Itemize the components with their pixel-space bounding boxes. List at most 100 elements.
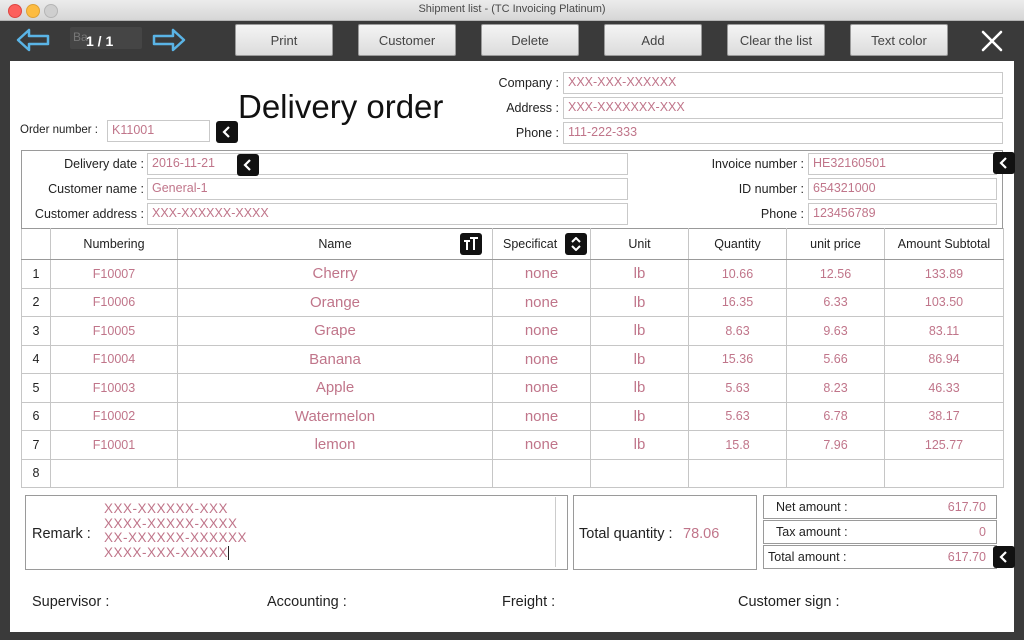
table-cell-numbering[interactable]: F10006 [50,287,178,317]
table-cell-unit[interactable]: lb [590,259,689,289]
table-row[interactable]: 8 [21,458,1004,488]
id-number-field[interactable]: 654321000 [808,178,997,200]
table-cell-unit[interactable]: lb [590,316,689,346]
table-row[interactable]: 5 F10003 Apple none lb 5.63 8.23 46.33 [21,373,1004,403]
table-cell-unit[interactable]: lb [590,373,689,403]
table-cell-subtotal[interactable] [884,458,1004,488]
table-cell-spec[interactable]: none [492,430,591,460]
table-row[interactable]: 3 F10005 Grape none lb 8.63 9.63 83.11 [21,316,1004,346]
table-cell-name[interactable]: Banana [177,344,493,374]
table-cell-subtotal[interactable]: 133.89 [884,259,1004,289]
customer-phone-field[interactable]: 123456789 [808,203,997,225]
company-label: Company : [498,76,559,90]
table-cell-numbering[interactable]: F10001 [50,430,178,460]
items-table: Numbering Name Specificat Unit Quantity … [21,228,1004,488]
table-cell-name[interactable]: Orange [177,287,493,317]
table-cell-spec[interactable]: none [492,316,591,346]
chevron-left-icon[interactable] [993,546,1015,568]
table-cell-name[interactable]: Grape [177,316,493,346]
company-phone-field[interactable]: 111-222-333 [563,122,1003,144]
table-cell-subtotal[interactable]: 46.33 [884,373,1004,403]
table-row[interactable]: 2 F10006 Orange none lb 16.35 6.33 103.50 [21,287,1004,317]
table-cell-subtotal[interactable]: 86.94 [884,344,1004,374]
add-button[interactable]: Add [604,24,702,56]
order-number-label: Order number : [20,124,98,136]
print-button[interactable]: Print [235,24,333,56]
arrow-left-icon[interactable] [16,28,50,52]
table-cell-spec[interactable]: none [492,401,591,431]
table-cell-price[interactable] [786,458,885,488]
table-cell-qty[interactable]: 15.36 [688,344,787,374]
table-cell-spec[interactable]: none [492,373,591,403]
table-cell-spec[interactable]: none [492,344,591,374]
table-cell-name[interactable]: Apple [177,373,493,403]
table-cell-subtotal[interactable]: 125.77 [884,430,1004,460]
text-size-icon[interactable] [460,233,482,255]
table-cell-qty[interactable]: 8.63 [688,316,787,346]
clear-list-button[interactable]: Clear the list [727,24,825,56]
table-cell-qty[interactable]: 5.63 [688,401,787,431]
table-cell-unit[interactable]: lb [590,287,689,317]
table-cell-price[interactable]: 8.23 [786,373,885,403]
table-cell-subtotal[interactable]: 83.11 [884,316,1004,346]
table-cell-unit[interactable]: lb [590,401,689,431]
close-icon[interactable] [980,29,1004,53]
order-number-field[interactable]: K11001 [107,120,210,142]
column-header[interactable]: Numbering [50,228,178,260]
customer-button[interactable]: Customer [358,24,456,56]
column-header[interactable]: Quantity [688,228,787,260]
company-field[interactable]: XXX-XXX-XXXXXX [563,72,1003,94]
table-cell-name[interactable]: lemon [177,430,493,460]
table-cell-numbering[interactable]: F10007 [50,259,178,289]
table-cell-name[interactable] [177,458,493,488]
table-cell-price[interactable]: 5.66 [786,344,885,374]
customer-address-field[interactable]: XXX-XXXXXX-XXXX [147,203,628,225]
table-cell-qty[interactable] [688,458,787,488]
table-cell-numbering[interactable]: F10004 [50,344,178,374]
table-row[interactable]: 7 F10001 lemon none lb 15.8 7.96 125.77 [21,430,1004,460]
table-cell-qty[interactable]: 10.66 [688,259,787,289]
chevron-left-icon[interactable] [993,152,1015,174]
chevron-left-icon[interactable] [237,154,259,176]
column-header[interactable]: Amount Subtotal [884,228,1004,260]
table-cell-unit[interactable]: lb [590,430,689,460]
table-cell-qty[interactable]: 15.8 [688,430,787,460]
address-field[interactable]: XXX-XXXXXXX-XXX [563,97,1003,119]
table-cell-unit[interactable] [590,458,689,488]
delivery-date-field[interactable]: 2016-11-21 [147,153,628,175]
column-header[interactable]: Unit [590,228,689,260]
table-cell-numbering[interactable]: F10002 [50,401,178,431]
table-cell-numbering[interactable]: F10005 [50,316,178,346]
sort-icon[interactable] [565,233,587,255]
table-row[interactable]: 1 F10007 Cherry none lb 10.66 12.56 133.89 [21,259,1004,289]
remark-textarea[interactable]: XXX-XXXXXX-XXX XXXX-XXXXX-XXXX XX-XXXXXX… [104,501,247,560]
table-row[interactable]: 6 F10002 Watermelon none lb 5.63 6.78 38.17 [21,401,1004,431]
table-row[interactable]: 4 F10004 Banana none lb 15.36 5.66 86.94 [21,344,1004,374]
table-cell-subtotal[interactable]: 38.17 [884,401,1004,431]
table-cell-numbering[interactable]: F10003 [50,373,178,403]
table-cell-price[interactable]: 6.33 [786,287,885,317]
table-cell-price[interactable]: 6.78 [786,401,885,431]
table-cell-name[interactable]: Watermelon [177,401,493,431]
table-cell-unit[interactable]: lb [590,344,689,374]
table-cell-name[interactable]: Cherry [177,259,493,289]
table-cell-subtotal[interactable]: 103.50 [884,287,1004,317]
column-header-spec[interactable]: Specificat [492,228,591,260]
delete-button[interactable]: Delete [481,24,579,56]
table-cell-spec[interactable]: none [492,259,591,289]
column-header[interactable]: unit price [786,228,885,260]
table-cell-price[interactable]: 9.63 [786,316,885,346]
table-cell-qty[interactable]: 5.63 [688,373,787,403]
table-cell-qty[interactable]: 16.35 [688,287,787,317]
table-cell-spec[interactable]: none [492,287,591,317]
column-header-name[interactable]: Name [177,228,493,260]
arrow-right-icon[interactable] [152,28,186,52]
customer-name-field[interactable]: General-1 [147,178,628,200]
table-cell-spec[interactable] [492,458,591,488]
chevron-left-icon[interactable] [216,121,238,143]
table-cell-numbering[interactable] [50,458,178,488]
invoice-number-field[interactable]: HE32160501 [808,153,997,175]
text-color-button[interactable]: Text color [850,24,948,56]
table-cell-price[interactable]: 12.56 [786,259,885,289]
table-cell-price[interactable]: 7.96 [786,430,885,460]
